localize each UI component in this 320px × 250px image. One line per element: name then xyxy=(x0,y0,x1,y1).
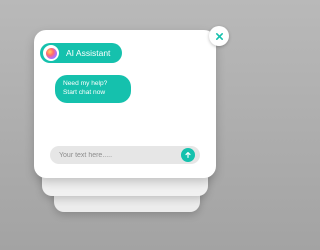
send-button[interactable] xyxy=(181,148,195,162)
assistant-title: AI Assistant xyxy=(66,48,111,58)
assistant-message-bubble: Need my help? Start chat now xyxy=(55,75,131,103)
message-input[interactable] xyxy=(59,148,171,162)
message-line: Start chat now xyxy=(63,88,106,96)
close-icon xyxy=(215,32,223,40)
assistant-header: AI Assistant xyxy=(40,43,122,63)
ai-orb-icon xyxy=(45,47,57,59)
send-arrow-icon xyxy=(185,152,191,158)
close-button[interactable] xyxy=(209,26,229,46)
message-composer xyxy=(50,146,200,164)
assistant-avatar xyxy=(43,45,59,61)
message-line: Need my help? xyxy=(63,80,108,87)
